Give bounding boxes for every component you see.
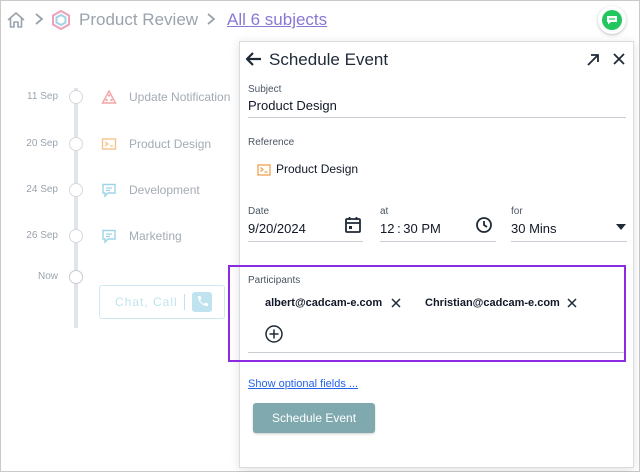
timeline-item-label[interactable]: Marketing [129, 229, 182, 243]
phone-icon [192, 292, 212, 312]
timeline-node [69, 183, 83, 197]
alert-triangle-icon [101, 89, 117, 104]
subject-underline [248, 117, 626, 118]
subject-input[interactable]: Product Design [248, 98, 337, 113]
caret-down-icon[interactable] [616, 224, 626, 230]
reference-label: Reference [248, 137, 295, 148]
close-icon[interactable] [612, 52, 626, 66]
divider [184, 294, 185, 310]
schedule-event-button[interactable]: Schedule Event [253, 403, 375, 433]
timeline-node-now [69, 270, 83, 284]
show-optional-fields-link[interactable]: Show optional fields ... [248, 378, 358, 390]
expand-icon[interactable] [585, 52, 601, 68]
participants-highlight-box [228, 265, 626, 362]
chevron-right-icon [207, 13, 216, 25]
duration-label: for [511, 206, 523, 217]
product-logo-icon [52, 10, 70, 30]
time-input[interactable]: 12 : 30 PM [380, 221, 441, 236]
timeline-node [69, 137, 83, 151]
back-arrow-icon[interactable] [246, 52, 262, 66]
subject-label: Subject [248, 84, 282, 95]
panel-title: Schedule Event [269, 50, 389, 69]
timeline-item-label[interactable]: Update Notification [129, 90, 230, 104]
timeline-item-label[interactable]: Product Design [129, 137, 211, 151]
chat-bubble-icon [102, 229, 116, 244]
date-label: Date [248, 206, 270, 217]
chat-call-label: Chat, Call [115, 295, 178, 309]
timeline-item-label[interactable]: Development [129, 183, 200, 197]
design-card-icon [257, 164, 271, 176]
chevron-right-icon [35, 13, 44, 25]
timeline-node [69, 90, 83, 104]
breadcrumb-all-subjects-link[interactable]: All 6 subjects [227, 10, 327, 30]
timeline-line [74, 88, 78, 328]
chat-bubble-icon [102, 183, 116, 198]
chat-icon [602, 10, 622, 30]
chat-button[interactable] [598, 6, 626, 34]
time-label: at [380, 206, 389, 217]
date-input[interactable]: 9/20/2024 [248, 221, 306, 236]
timeline-date: 11 Sep [27, 91, 58, 102]
calendar-icon[interactable] [344, 216, 362, 234]
timeline-date: 26 Sep [26, 230, 58, 241]
timeline-date: 20 Sep [26, 138, 58, 149]
timeline-node [69, 229, 83, 243]
duration-select[interactable]: 30 Mins [511, 221, 557, 236]
design-card-icon [101, 138, 117, 150]
date-underline [248, 241, 363, 242]
schedule-event-panel: Schedule Event Subject Product Design Re… [239, 41, 634, 468]
breadcrumb-product-review[interactable]: Product Review [79, 10, 198, 30]
breadcrumb: Product Review All 6 subjects [0, 0, 640, 40]
reference-value[interactable]: Product Design [276, 162, 358, 176]
timeline-date-now: Now [37, 271, 58, 282]
clock-icon[interactable] [475, 216, 493, 234]
timeline-date: 24 Sep [26, 184, 58, 195]
chat-call-button[interactable]: Chat, Call [99, 285, 225, 319]
duration-underline [511, 241, 627, 242]
time-underline [380, 241, 496, 242]
home-icon[interactable] [6, 10, 26, 30]
